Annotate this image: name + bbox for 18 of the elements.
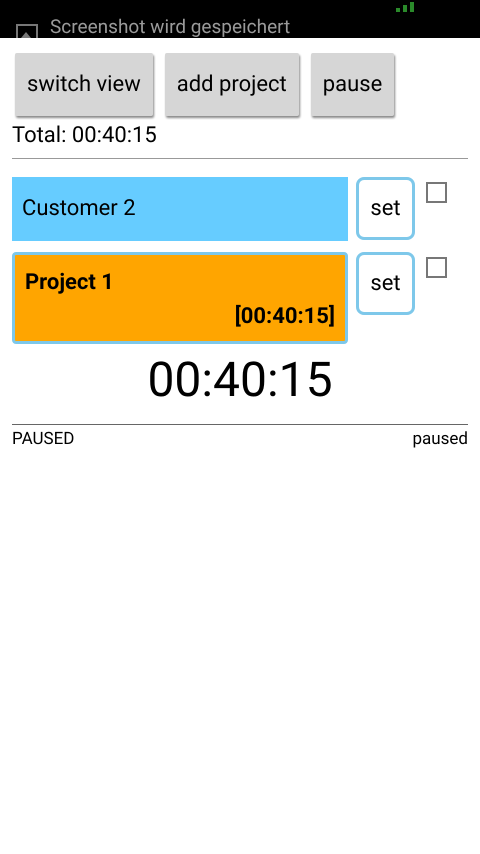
checkbox[interactable] bbox=[426, 182, 447, 203]
item-name: Customer 2 bbox=[22, 195, 137, 223]
toolbar-button[interactable]: add project bbox=[164, 53, 299, 116]
checkbox[interactable] bbox=[426, 257, 447, 278]
customer-card[interactable]: Customer 2 bbox=[12, 177, 348, 241]
item-name: Project 1 bbox=[25, 269, 115, 297]
set-button[interactable]: set bbox=[356, 177, 415, 240]
toolbar-button[interactable]: pause bbox=[310, 53, 394, 116]
timer-display: 00:40:15 bbox=[146, 350, 334, 410]
toolbar-button[interactable]: switch view bbox=[15, 53, 153, 116]
notification-text: Screenshot wird gespeichert bbox=[50, 16, 290, 38]
item-time: [00:40:15] bbox=[234, 303, 335, 331]
project-card[interactable]: Project 1 [00:40:15] bbox=[12, 252, 348, 344]
state-label: paused bbox=[412, 428, 468, 451]
set-button[interactable]: set bbox=[356, 252, 415, 315]
total-label: Total: 00:40:15 bbox=[11, 122, 158, 150]
status-label: PAUSED bbox=[12, 428, 74, 451]
image-icon bbox=[16, 24, 38, 38]
